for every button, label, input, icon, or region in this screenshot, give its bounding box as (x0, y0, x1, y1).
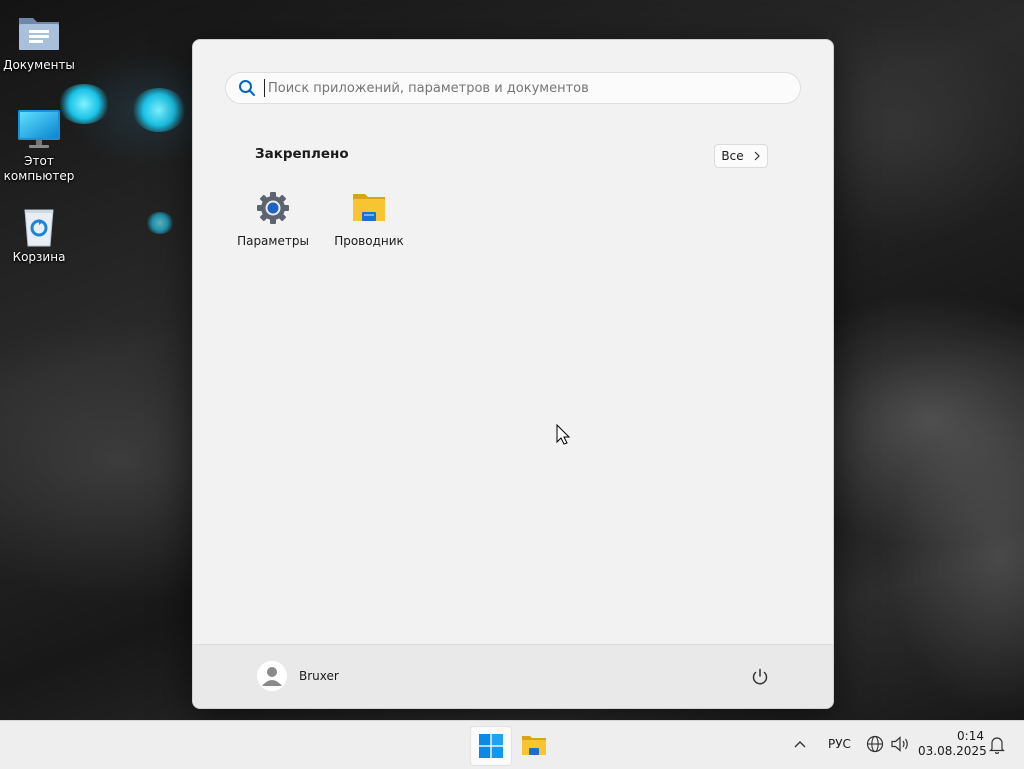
start-footer: Bruxer (193, 644, 833, 708)
user-avatar-icon (257, 661, 287, 691)
desktop-icon-label: Этот компьютер (3, 154, 75, 183)
wallpaper-glow (146, 212, 174, 234)
desktop-icon-label: Корзина (12, 250, 66, 264)
desktop-icon-this-pc[interactable]: Этот компьютер (0, 108, 78, 184)
clock-time: 0:14 (957, 729, 984, 743)
chevron-up-icon[interactable] (793, 739, 807, 749)
documents-folder-icon (17, 12, 61, 56)
user-account-button[interactable]: Bruxer (257, 661, 339, 691)
search-icon (239, 80, 255, 96)
clock-date: 03.08.2025 (918, 744, 987, 758)
pinned-app-explorer[interactable]: Проводник (323, 190, 415, 248)
notification-bell-icon[interactable] (989, 736, 1005, 754)
language-indicator[interactable]: РУС (828, 737, 851, 751)
folder-icon (522, 736, 546, 755)
taskbar-explorer-button[interactable] (514, 726, 554, 764)
power-icon (752, 668, 768, 685)
power-button[interactable] (749, 666, 771, 688)
network-globe-icon[interactable] (866, 735, 884, 753)
wallpaper-glow (132, 88, 186, 132)
desktop-icon-recycle-bin[interactable]: Корзина (0, 204, 78, 265)
search-box[interactable] (225, 72, 801, 104)
recycle-bin-icon (17, 204, 61, 248)
clock[interactable]: 0:14 03.08.2025 (918, 729, 987, 759)
start-menu: Закреплено Все (192, 39, 834, 709)
folder-icon (351, 190, 387, 226)
pinned-app-label: Параметры (237, 234, 309, 248)
user-name: Bruxer (299, 669, 339, 683)
desktop-icon-label: Документы (3, 58, 75, 72)
monitor-icon (17, 108, 61, 152)
volume-icon[interactable] (890, 735, 910, 753)
taskbar-start-button[interactable] (470, 726, 512, 766)
desktop-icon-documents[interactable]: Документы (0, 12, 78, 73)
pinned-app-settings[interactable]: Параметры (227, 190, 319, 248)
chevron-right-icon (754, 151, 760, 161)
windows-logo-icon (479, 734, 503, 758)
gear-icon (255, 190, 291, 226)
pinned-app-label: Проводник (334, 234, 404, 248)
all-apps-button[interactable]: Все (714, 144, 768, 168)
search-input[interactable] (264, 79, 790, 97)
pinned-section-title: Закреплено (255, 146, 349, 162)
taskbar: РУС 0:14 03.08.2025 (0, 720, 1024, 769)
all-apps-label: Все (721, 149, 744, 163)
mouse-cursor-icon (556, 424, 570, 445)
